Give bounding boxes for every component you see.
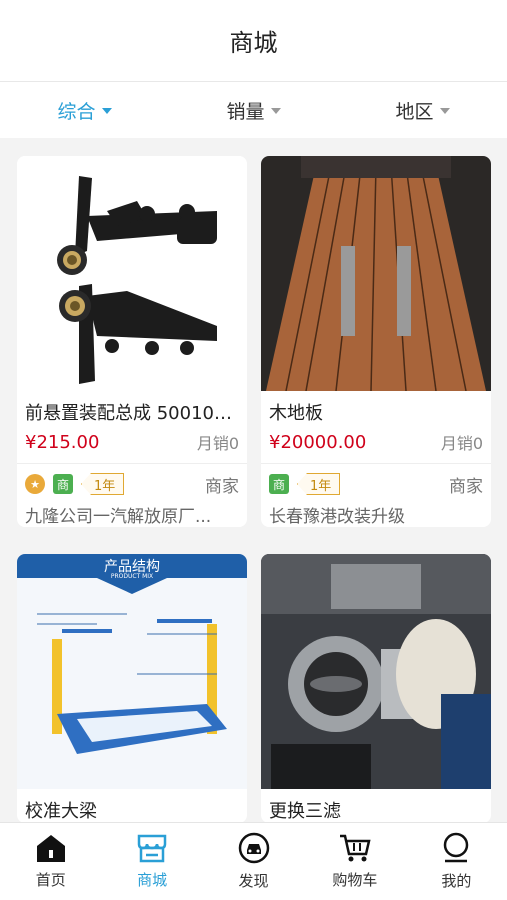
store-icon: [137, 834, 167, 863]
year-badge: 1年: [81, 473, 125, 495]
tab-label: 发现: [238, 872, 269, 890]
product-price: ¥20000.00: [269, 431, 367, 453]
product-card[interactable]: 前悬置装配总成 500102... ¥215.00 月销0 ★ 商 1年 商家 …: [17, 156, 247, 527]
product-card[interactable]: 木地板 ¥20000.00 月销0 商 1年 商家 长春豫港改装升级: [261, 156, 491, 527]
bottom-tab-bar: 首页 商城 发现 购物车 我的: [0, 822, 507, 900]
profile-icon: [444, 832, 469, 863]
merchant-label: 商家: [449, 476, 483, 497]
filter-bar: 综合 销量 地区: [0, 82, 507, 138]
product-image-throttle-body[interactable]: [261, 554, 491, 789]
product-image-bracket[interactable]: [17, 156, 247, 391]
tab-label: 我的: [441, 872, 472, 890]
product-card[interactable]: 产品结构 PRODUCT MIX 校准大梁: [17, 554, 247, 822]
cart-icon: [339, 834, 371, 862]
tab-label: 购物车: [332, 871, 378, 889]
shop-name[interactable]: 九隆公司一汽解放原厂...: [17, 498, 247, 527]
tab-label: 商城: [137, 871, 168, 889]
product-image-frame-machine[interactable]: 产品结构 PRODUCT MIX: [17, 554, 247, 789]
merchant-badge: 商: [53, 474, 73, 494]
product-image-wood-floor[interactable]: [261, 156, 491, 391]
tab-cart[interactable]: 购物车: [304, 823, 405, 900]
shop-name[interactable]: 长春豫港改装升级: [261, 498, 491, 527]
filter-region[interactable]: 地区: [338, 97, 507, 124]
poster-subtitle: PRODUCT MIX: [110, 573, 154, 580]
merchant-badge: 商: [269, 474, 289, 494]
product-name: 校准大梁: [25, 801, 97, 822]
filter-label: 地区: [395, 100, 434, 123]
home-icon: [36, 835, 65, 862]
tab-home[interactable]: 首页: [0, 823, 101, 900]
medal-icon: ★: [25, 474, 45, 494]
product-name: 更换三滤: [269, 801, 341, 822]
tab-discover[interactable]: 发现: [203, 823, 304, 900]
filter-comprehensive[interactable]: 综合: [0, 97, 169, 124]
year-badge: 1年: [297, 473, 341, 495]
product-card[interactable]: 更换三滤: [261, 554, 491, 822]
top-header: 商城: [0, 0, 507, 82]
filter-sales[interactable]: 销量: [169, 97, 338, 124]
filter-label: 销量: [226, 100, 265, 123]
product-name: 木地板: [269, 403, 323, 424]
product-grid: 前悬置装配总成 500102... ¥215.00 月销0 ★ 商 1年 商家 …: [0, 138, 507, 822]
caret-down-icon: [439, 108, 450, 114]
tab-label: 首页: [35, 871, 66, 889]
product-price: ¥215.00: [25, 431, 100, 453]
page-title: 商城: [229, 29, 278, 57]
monthly-sales: 月销0: [196, 434, 239, 453]
monthly-sales: 月销0: [440, 434, 483, 453]
car-discover-icon: [238, 832, 269, 864]
tab-store[interactable]: 商城: [101, 823, 202, 900]
caret-down-icon: [270, 108, 281, 114]
filter-label: 综合: [57, 100, 96, 123]
tab-profile[interactable]: 我的: [406, 823, 507, 900]
product-name: 前悬置装配总成 500102...: [25, 403, 243, 424]
merchant-label: 商家: [205, 476, 239, 497]
caret-down-icon: [101, 108, 112, 114]
